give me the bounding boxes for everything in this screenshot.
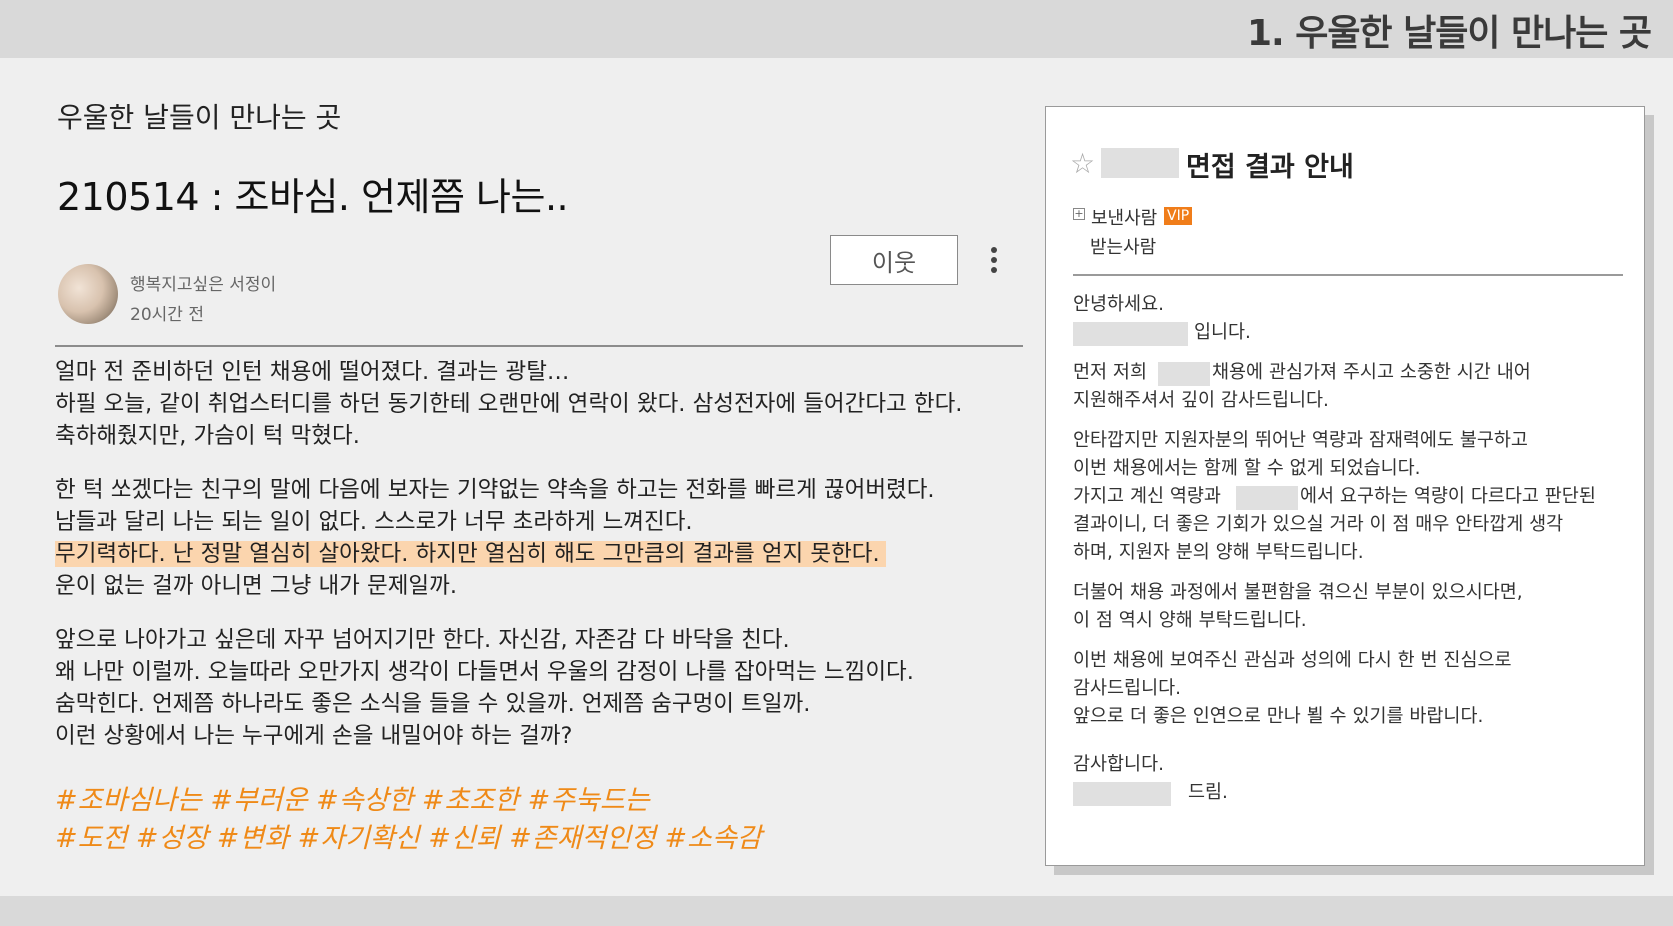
redacted-company	[1101, 148, 1179, 178]
expand-icon[interactable]: +	[1073, 208, 1085, 220]
email-text: 안타깝지만 지원자분의 뛰어난 역량과 잠재력에도 불구하고	[1073, 430, 1528, 451]
email-text: 가지고 계신 역량과	[1073, 486, 1221, 507]
post-line: 얼마 전 준비하던 인턴 채용에 떨어졌다. 결과는 광탈…	[55, 359, 570, 385]
email-text: 앞으로 더 좋은 인연으로 만나 뵐 수 있기를 바랍니다.	[1073, 706, 1484, 727]
email-text: 더불어 채용 과정에서 불편함을 겪으신 부분이 있으시다면,	[1073, 582, 1523, 603]
email-greeting: 안녕하세요.	[1073, 294, 1164, 315]
redacted-company	[1158, 362, 1210, 386]
redacted-company	[1073, 782, 1171, 806]
slide-footer-bar	[0, 896, 1673, 926]
sender-label: 보낸사람	[1091, 208, 1158, 229]
email-divider	[1073, 274, 1623, 276]
post-time: 20시간 전	[130, 305, 204, 325]
avatar[interactable]	[58, 264, 118, 324]
hashtag-line[interactable]: #도전 #성장 #변화 #자기확신 #신뢰 #존재적인정 #소속감	[55, 820, 955, 858]
email-text: 먼저 저희	[1073, 362, 1147, 383]
post-line: 하필 오늘, 같이 취업스터디를 하던 동기한테 오랜만에 연락이 왔다. 삼성…	[55, 391, 963, 417]
more-options-icon[interactable]	[990, 247, 998, 277]
vip-badge: VIP	[1164, 207, 1193, 225]
hashtags: #조바심나는 #부러운 #속상한 #초조한 #주눅드는 #도전 #성장 #변화 …	[55, 782, 955, 858]
email-card: ☆ 면접 결과 안내 + 보낸사람 VIP 받는사람 안녕하세요. 입니다. 먼…	[1045, 106, 1645, 866]
email-text: 이 점 역시 양해 부탁드립니다.	[1073, 610, 1307, 631]
highlighted-line: 무기력하다. 난 정말 열심히 살아왔다. 하지만 열심히 해도 그만큼의 결과…	[55, 541, 886, 567]
email-text: 이번 채용에서는 함께 할 수 없게 되었습니다.	[1073, 458, 1421, 479]
post-line: 숨막힌다. 언제쯤 하나라도 좋은 소식을 들을 수 있을까. 언제쯤 숨구멍이…	[55, 691, 811, 717]
post-line: 축하해줬지만, 가슴이 턱 막혔다.	[55, 423, 360, 449]
neighbor-button[interactable]: 이웃	[830, 235, 958, 285]
email-signature: 드림.	[1188, 782, 1228, 803]
post-line: 이런 상황에서 나는 누구에게 손을 내밀어야 하는 걸까?	[55, 723, 573, 749]
redacted-company	[1073, 322, 1188, 346]
post-paragraph-3: 앞으로 나아가고 싶은데 자꾸 넘어지기만 한다. 자신감, 자존감 다 바닥을…	[55, 624, 1035, 752]
post-paragraph-2: 한 턱 쏘겠다는 친구의 말에 다음에 보자는 기약없는 약속을 하고는 전화를…	[55, 474, 1035, 602]
receiver-label: 받는사람	[1090, 237, 1157, 258]
post-divider	[55, 345, 1023, 347]
email-text: 에서 요구하는 역량이 다르다고 판단된	[1300, 486, 1596, 507]
slide-header-bar: 1. 우울한 날들이 만나는 곳	[0, 0, 1673, 58]
post-line: 앞으로 나아가고 싶은데 자꾸 넘어지기만 한다. 자신감, 자존감 다 바닥을…	[55, 627, 790, 653]
email-text: 감사드립니다.	[1073, 678, 1182, 699]
post-line: 남들과 달리 나는 되는 일이 없다. 스스로가 너무 초라하게 느껴진다.	[55, 509, 693, 535]
email-subject: 면접 결과 안내	[1186, 152, 1354, 183]
email-text: 하며, 지원자 분의 양해 부탁드립니다.	[1073, 542, 1364, 563]
author-name[interactable]: 행복지고싶은 서정이	[130, 270, 276, 295]
email-text: 결과이니, 더 좋은 기회가 있으실 거라 이 점 매우 안타깝게 생각	[1073, 514, 1564, 535]
post-title: 210514 : 조바심. 언제쯤 나는..	[57, 175, 569, 219]
email-closing: 감사합니다.	[1073, 754, 1164, 775]
email-intro: 입니다.	[1194, 322, 1251, 343]
star-icon[interactable]: ☆	[1070, 147, 1095, 180]
post-paragraph-1: 얼마 전 준비하던 인턴 채용에 떨어졌다. 결과는 광탈… 하필 오늘, 같이…	[55, 356, 1035, 452]
post-line: 운이 없는 걸까 아니면 그냥 내가 문제일까.	[55, 573, 457, 599]
email-text: 채용에 관심가져 주시고 소중한 시간 내어	[1212, 362, 1531, 383]
email-text: 지원해주셔서 깊이 감사드립니다.	[1073, 390, 1329, 411]
blog-name[interactable]: 우울한 날들이 만나는 곳	[57, 96, 341, 136]
email-text: 이번 채용에 보여주신 관심과 성의에 다시 한 번 진심으로	[1073, 650, 1512, 671]
redacted-company	[1236, 486, 1298, 510]
hashtag-line[interactable]: #조바심나는 #부러운 #속상한 #초조한 #주눅드는	[55, 782, 955, 820]
post-line: 한 턱 쏘겠다는 친구의 말에 다음에 보자는 기약없는 약속을 하고는 전화를…	[55, 477, 935, 503]
post-line: 왜 나만 이럴까. 오늘따라 오만가지 생각이 다들면서 우울의 감정이 나를 …	[55, 659, 914, 685]
slide-title: 1. 우울한 날들이 만나는 곳	[1246, 13, 1652, 54]
